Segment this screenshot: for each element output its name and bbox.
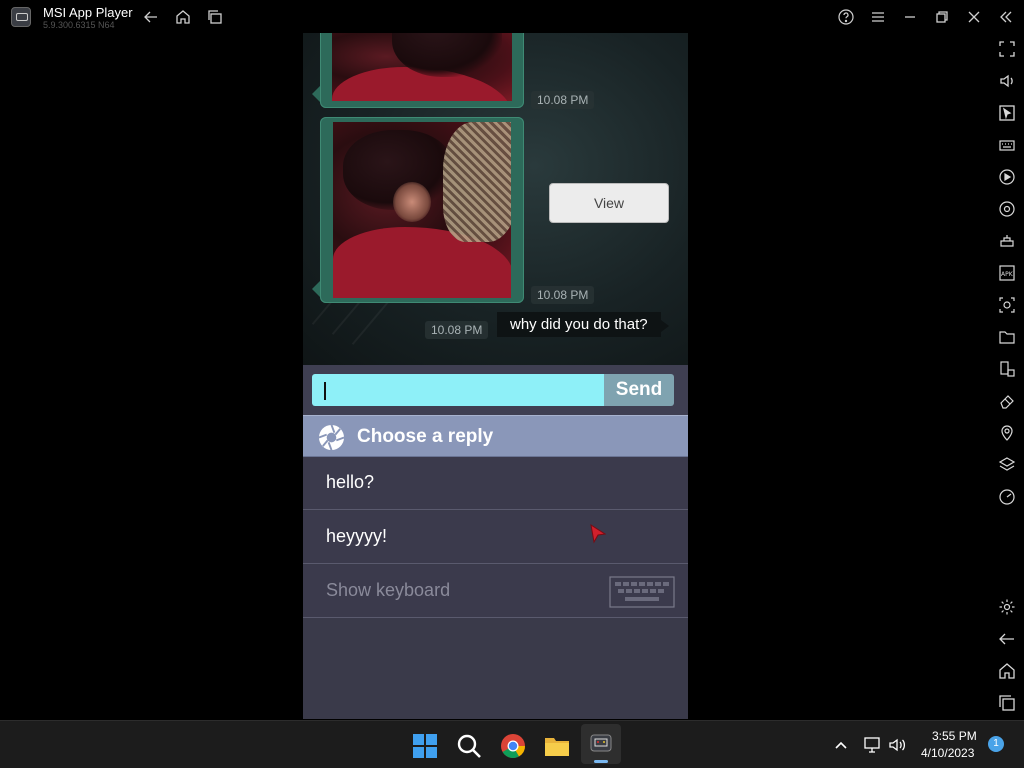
active-app-indicator <box>594 760 608 763</box>
macro-icon[interactable] <box>998 168 1016 186</box>
show-keyboard-label: Show keyboard <box>326 580 451 600</box>
message-input-bar: Send <box>303 365 688 415</box>
gamepad-icon[interactable] <box>998 232 1016 250</box>
android-home-icon[interactable] <box>998 662 1016 680</box>
keyboard-icon <box>609 576 675 608</box>
reply-header-label: Choose a reply <box>357 426 494 447</box>
home-icon[interactable] <box>175 9 191 25</box>
minimize-icon[interactable] <box>902 9 918 25</box>
title-bar: MSI App Player 5.9.300.6315 N64 <box>0 0 1024 34</box>
notification-badge[interactable]: 1 <box>988 736 1004 752</box>
clock-date[interactable]: 4/10/2023 <box>921 746 974 760</box>
image-message-bubble[interactable] <box>312 117 524 303</box>
screenshot-icon[interactable] <box>998 296 1016 314</box>
photo-thumbnail[interactable] <box>333 122 511 298</box>
app-logo-icon <box>11 7 31 27</box>
photo-detail <box>443 122 511 242</box>
multi-window-icon[interactable] <box>207 9 223 25</box>
image-message-bubble[interactable] <box>312 33 524 108</box>
mouse-cursor-icon <box>590 524 606 544</box>
erase-icon[interactable] <box>998 392 1016 410</box>
view-button[interactable]: View <box>549 183 669 223</box>
reply-option-label: hello? <box>326 472 375 492</box>
reply-option[interactable]: heyyyy! <box>303 511 688 564</box>
location-icon[interactable] <box>998 424 1016 442</box>
help-icon[interactable] <box>838 9 854 25</box>
back-arrow-icon[interactable] <box>143 9 159 25</box>
search-icon[interactable] <box>456 733 482 759</box>
msi-app-player-icon <box>590 734 612 752</box>
clock-time[interactable]: 3:55 PM <box>932 729 977 743</box>
photo-detail <box>393 182 431 222</box>
reply-option[interactable]: hello? <box>303 457 688 510</box>
rotate-screen-icon[interactable] <box>998 360 1016 378</box>
speed-icon[interactable] <box>998 488 1016 506</box>
send-button[interactable]: Send <box>604 374 674 406</box>
android-recents-icon[interactable] <box>998 694 1016 712</box>
android-back-icon[interactable] <box>998 630 1016 648</box>
keyboard-controls-icon[interactable] <box>998 136 1016 154</box>
bubble-tail <box>312 86 320 102</box>
file-explorer-icon[interactable] <box>544 733 570 759</box>
menu-icon[interactable] <box>870 9 886 25</box>
folder-icon[interactable] <box>998 328 1016 346</box>
speaker-icon[interactable] <box>887 735 907 755</box>
network-icon[interactable] <box>862 735 882 755</box>
fullscreen-icon[interactable] <box>998 40 1016 58</box>
close-icon[interactable] <box>966 9 982 25</box>
chrome-icon[interactable] <box>500 733 526 759</box>
restore-icon[interactable] <box>934 9 950 25</box>
cursor-lock-icon[interactable] <box>998 104 1016 122</box>
sync-icon[interactable] <box>998 200 1016 218</box>
show-keyboard-option[interactable]: Show keyboard <box>303 565 688 618</box>
message-timestamp: 10.08 PM <box>425 321 489 339</box>
app-version: 5.9.300.6315 N64 <box>43 20 115 30</box>
sent-message-bubble: why did you do that? <box>497 312 669 337</box>
start-windows-icon[interactable] <box>412 733 438 759</box>
layers-icon[interactable] <box>998 456 1016 474</box>
message-timestamp: 10.08 PM <box>531 286 595 304</box>
message-timestamp: 10.08 PM <box>531 91 595 109</box>
bubble-tail <box>312 281 320 297</box>
phone-screen: 10.08 PM View 10.08 PM 10.08 PM why did … <box>303 33 688 719</box>
svg-text:APK: APK <box>1001 271 1014 278</box>
apk-install-icon[interactable]: APK <box>998 264 1016 282</box>
photo-thumbnail[interactable] <box>332 33 512 101</box>
volume-icon[interactable] <box>998 72 1016 90</box>
chevron-up-icon[interactable] <box>832 736 850 754</box>
chat-area[interactable]: 10.08 PM View 10.08 PM 10.08 PM why did … <box>303 33 688 365</box>
app-title: MSI App Player <box>43 5 133 20</box>
aperture-icon <box>318 424 345 451</box>
text-caret <box>324 382 326 400</box>
reply-header: Choose a reply <box>303 415 688 457</box>
settings-gear-icon[interactable] <box>998 598 1016 616</box>
message-input[interactable] <box>312 374 604 406</box>
reply-option-label: heyyyy! <box>326 526 388 546</box>
collapse-sidebar-icon[interactable] <box>998 9 1014 25</box>
taskbar: 3:55 PM 4/10/2023 1 <box>0 720 1024 768</box>
msi-app-player-taskbar-button[interactable] <box>581 724 621 764</box>
